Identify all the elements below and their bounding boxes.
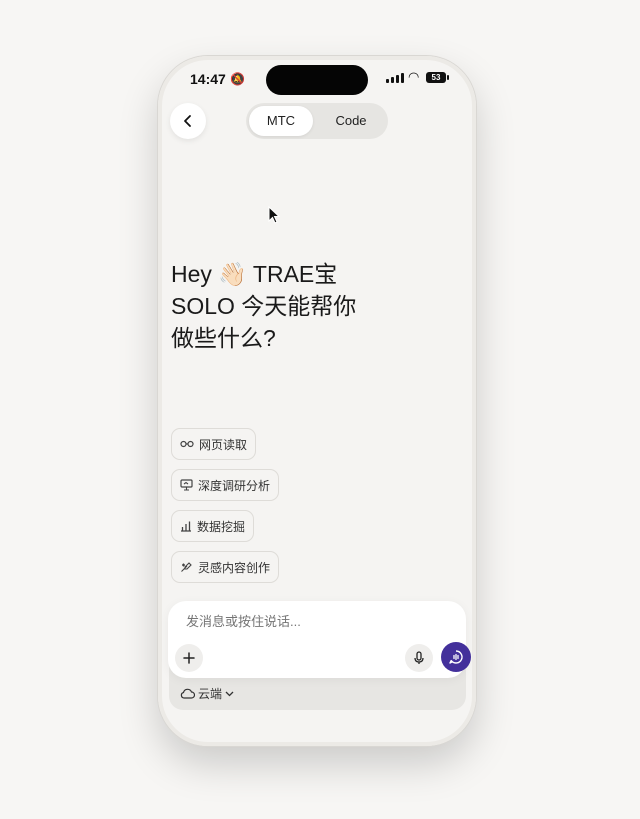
signal-icon: [386, 73, 404, 83]
voice-chat-button[interactable]: [441, 642, 471, 672]
status-time: 14:47: [190, 71, 226, 87]
back-button[interactable]: [170, 103, 206, 139]
suggestion-label: 网页读取: [199, 437, 248, 452]
greeting-line-1: Hey 👋🏻 TRAE宝: [171, 261, 338, 287]
chevron-left-icon: [184, 115, 191, 127]
status-bar: 14:47 🔕 ◠ 53: [158, 56, 476, 102]
greeting-line-2: SOLO 今天能帮你: [171, 293, 357, 319]
tab-mtc[interactable]: MTC: [249, 106, 313, 136]
suggestion-list: 网页读取 深度调研分析 数据挖掘 灵感内容创作: [171, 428, 280, 592]
suggestion-creative-writing[interactable]: 灵感内容创作: [171, 551, 280, 583]
chevron-down-icon: [225, 691, 234, 696]
greeting-heading: Hey 👋🏻 TRAE宝 SOLO 今天能帮你 做些什么?: [171, 258, 381, 354]
bar-chart-icon: [181, 521, 191, 532]
phone-frame: 14:47 🔕 ◠ 53 MTC Code Hey 👋🏻 TRAE宝 SOLO …: [158, 56, 476, 746]
wifi-icon: ◠: [408, 69, 420, 84]
suggestion-web-reading[interactable]: 网页读取: [171, 428, 257, 460]
bell-muted-icon: 🔕: [230, 72, 245, 86]
cloud-icon: [180, 688, 195, 699]
sparkle-pen-icon: [181, 562, 192, 572]
suggestion-label: 数据挖掘: [197, 519, 246, 534]
tab-code[interactable]: Code: [318, 106, 384, 136]
voice-input-button[interactable]: [405, 644, 433, 672]
dynamic-island: [266, 65, 368, 95]
microphone-icon: [414, 651, 424, 664]
suggestion-label: 灵感内容创作: [198, 560, 271, 575]
mouse-pointer-icon: [268, 206, 281, 224]
message-input[interactable]: [184, 613, 438, 630]
suggestion-deep-research[interactable]: 深度调研分析: [171, 469, 280, 501]
plus-icon: [183, 652, 195, 664]
suggestion-label: 深度调研分析: [198, 478, 271, 493]
voice-bubble-icon: [449, 650, 463, 664]
add-attachment-button[interactable]: [175, 644, 203, 672]
greeting-line-3: 做些什么?: [171, 325, 276, 351]
suggestion-data-mining[interactable]: 数据挖掘: [171, 510, 255, 542]
cloud-mode-selector[interactable]: 云端: [180, 685, 234, 702]
presentation-icon: [180, 479, 193, 491]
mode-tabs: MTC Code: [246, 103, 388, 139]
battery-icon: 53: [426, 72, 449, 83]
cloud-mode-label: 云端: [198, 687, 223, 701]
message-composer: [168, 601, 471, 678]
glasses-icon: [180, 440, 194, 448]
